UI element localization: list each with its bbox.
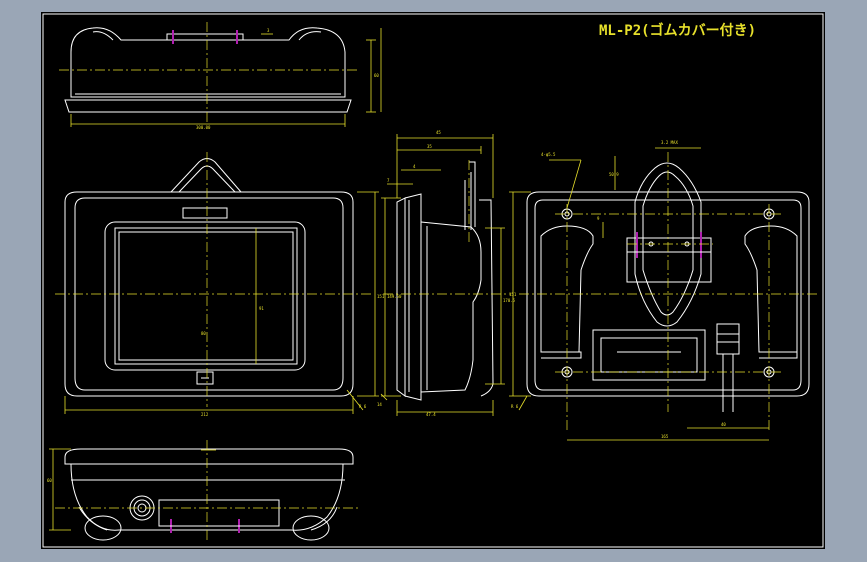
svg-text:151: 151 — [377, 294, 385, 299]
svg-text:149.50: 149.50 — [387, 294, 402, 299]
svg-text:7: 7 — [387, 178, 390, 183]
svg-text:50.9: 50.9 — [609, 172, 619, 177]
top-view: 300.00 60 3 — [59, 22, 382, 130]
cad-drawing: .o { fill: none; stroke: #ffffff; stroke… — [42, 13, 824, 548]
svg-text:4-φ5.5: 4-φ5.5 — [541, 152, 556, 157]
svg-text:80: 80 — [201, 331, 206, 336]
cad-drawing-canvas: ML-P2(ゴムカバー付き) .o { fill: none; stroke: … — [41, 12, 825, 549]
svg-text:35: 35 — [427, 144, 432, 149]
svg-text:9: 9 — [597, 216, 600, 221]
svg-text:3: 3 — [267, 28, 270, 33]
svg-text:47.4: 47.4 — [426, 412, 436, 417]
svg-text:212: 212 — [201, 412, 209, 417]
svg-text:3.2 MAX: 3.2 MAX — [661, 140, 678, 145]
svg-text:60: 60 — [47, 478, 52, 483]
svg-text:165: 165 — [661, 434, 669, 439]
svg-text:91: 91 — [259, 306, 264, 311]
svg-text:170.5: 170.5 — [503, 298, 516, 303]
front-view: 91 212 151 R 6 80 — [55, 152, 385, 417]
svg-text:300.00: 300.00 — [196, 125, 211, 130]
side-view: 45 35 4 7 149.50 170.5 47.4 14 — [377, 130, 516, 417]
svg-text:60: 60 — [374, 73, 379, 78]
svg-text:45: 45 — [436, 130, 441, 135]
svg-text:4: 4 — [413, 164, 416, 169]
viewport-frame: ML-P2(ゴムカバー付き) .o { fill: none; stroke: … — [0, 0, 867, 562]
svg-text:151: 151 — [509, 292, 517, 297]
svg-text:R 6: R 6 — [359, 404, 367, 409]
rear-view: 165 40 151 50.9 3.2 MAX 4-φ5.5 R 6 9 — [509, 140, 819, 441]
bottom-view: 60 — [47, 440, 361, 542]
svg-text:R 6: R 6 — [511, 404, 519, 409]
svg-text:14: 14 — [377, 402, 382, 407]
svg-text:40: 40 — [721, 422, 726, 427]
